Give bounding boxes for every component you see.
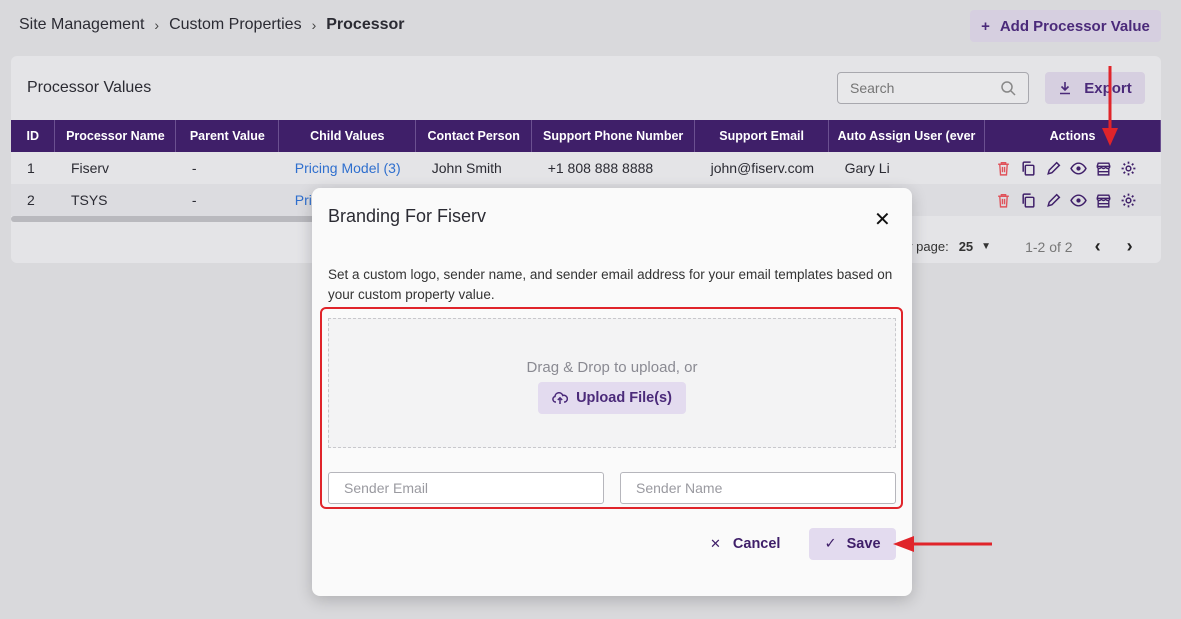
cell-parent-value: - bbox=[175, 152, 279, 184]
search-icon bbox=[1001, 81, 1016, 96]
col-support-phone[interactable]: Support Phone Number bbox=[531, 120, 696, 152]
modal-title: Branding For Fiserv bbox=[328, 206, 487, 226]
cell-support-phone: +1 808 888 8888 bbox=[531, 152, 695, 184]
export-button[interactable]: Export bbox=[1045, 72, 1145, 104]
copy-icon[interactable] bbox=[1020, 160, 1037, 177]
pencil-icon[interactable] bbox=[1045, 160, 1062, 177]
cancel-button[interactable]: ✕ Cancel bbox=[710, 536, 780, 552]
cell-id: 2 bbox=[11, 184, 55, 216]
col-parent-value[interactable]: Parent Value bbox=[175, 120, 280, 152]
col-id[interactable]: ID bbox=[11, 120, 56, 152]
export-label: Export bbox=[1084, 79, 1132, 97]
chevron-right-icon: › bbox=[311, 17, 317, 33]
branding-modal: Branding For Fiserv ✕ Set a custom logo,… bbox=[312, 188, 912, 596]
trash-icon[interactable] bbox=[995, 160, 1012, 177]
search-input[interactable] bbox=[850, 80, 990, 96]
plus-icon: + bbox=[981, 17, 990, 35]
cell-processor-name: Fiserv bbox=[54, 152, 176, 184]
page-range: 1-2 of 2 bbox=[1025, 238, 1073, 255]
col-support-email[interactable]: Support Email bbox=[694, 120, 830, 152]
card-title: Processor Values bbox=[27, 79, 152, 96]
save-button[interactable]: ✓ Save bbox=[809, 528, 896, 560]
gear-icon[interactable] bbox=[1120, 160, 1137, 177]
col-auto-assign-user[interactable]: Auto Assign User (ever bbox=[828, 120, 986, 152]
cell-contact-person: John Smith bbox=[415, 152, 532, 184]
col-contact-person[interactable]: Contact Person bbox=[415, 120, 533, 152]
eye-icon[interactable] bbox=[1069, 160, 1087, 177]
col-child-values[interactable]: Child Values bbox=[278, 120, 417, 152]
breadcrumb-custom-properties[interactable]: Custom Properties bbox=[169, 16, 302, 34]
chevron-right-icon[interactable]: › bbox=[1127, 236, 1133, 257]
table-header-row: ID Processor Name Parent Value Child Val… bbox=[11, 120, 1161, 152]
add-processor-value-button[interactable]: + Add Processor Value bbox=[970, 10, 1161, 42]
horizontal-scrollbar[interactable] bbox=[11, 216, 341, 222]
col-actions: Actions bbox=[984, 120, 1161, 152]
cell-id: 1 bbox=[11, 152, 55, 184]
modal-description: Set a custom logo, sender name, and send… bbox=[328, 267, 893, 302]
caret-down-icon[interactable]: ▼ bbox=[981, 241, 991, 252]
breadcrumb: Site Management › Custom Properties › Pr… bbox=[19, 16, 405, 34]
close-icon[interactable]: ✕ bbox=[874, 207, 891, 232]
cell-auto-assign-user: Gary Li bbox=[828, 152, 985, 184]
cell-processor-name: TSYS bbox=[54, 184, 176, 216]
cell-parent-value: - bbox=[175, 184, 279, 216]
child-values-link[interactable]: Pricing Model (3) bbox=[278, 152, 416, 184]
store-icon[interactable] bbox=[1095, 192, 1112, 209]
chevron-left-icon[interactable]: ‹ bbox=[1095, 236, 1101, 257]
chevron-right-icon: › bbox=[154, 17, 160, 33]
rows-per-page-select[interactable]: 25 bbox=[959, 239, 973, 254]
search-box[interactable] bbox=[837, 72, 1029, 104]
annotation-highlight-box bbox=[320, 307, 903, 509]
add-processor-value-label: Add Processor Value bbox=[999, 17, 1150, 35]
gear-icon[interactable] bbox=[1120, 192, 1137, 209]
cell-actions bbox=[984, 152, 1161, 184]
trash-icon[interactable] bbox=[995, 192, 1012, 209]
cancel-label: Cancel bbox=[732, 536, 781, 552]
cell-support-email: john@fiserv.com bbox=[694, 152, 829, 184]
breadcrumb-site-management[interactable]: Site Management bbox=[19, 16, 144, 34]
store-icon[interactable] bbox=[1095, 160, 1112, 177]
cell-actions bbox=[984, 184, 1161, 216]
x-icon: ✕ bbox=[710, 536, 721, 551]
eye-icon[interactable] bbox=[1069, 192, 1087, 209]
pagination: er page: 25 ▼ 1-2 of 2 ‹ › bbox=[901, 236, 1133, 257]
pencil-icon[interactable] bbox=[1045, 192, 1062, 209]
check-icon: ✓ bbox=[824, 536, 837, 552]
save-label: Save bbox=[846, 536, 881, 552]
download-icon bbox=[1060, 82, 1071, 95]
copy-icon[interactable] bbox=[1020, 192, 1037, 209]
table-row[interactable]: 1 Fiserv - Pricing Model (3) John Smith … bbox=[11, 152, 1161, 184]
breadcrumb-processor: Processor bbox=[326, 16, 405, 33]
col-processor-name[interactable]: Processor Name bbox=[54, 120, 177, 152]
